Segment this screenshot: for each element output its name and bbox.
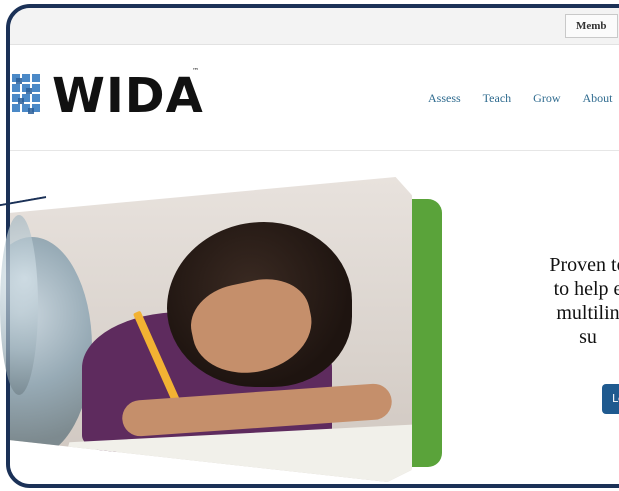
hero-photo <box>10 177 412 482</box>
member-button[interactable]: Memb <box>565 14 618 38</box>
hero-text: Proven to to help e multilin su <box>528 253 619 349</box>
browser-outline: Memb WIDA ™ Assess Teach Grow About Prov… <box>6 4 619 488</box>
nav-item-teach[interactable]: Teach <box>483 91 511 106</box>
learn-more-button[interactable]: Lea <box>602 384 619 414</box>
main-nav: Assess Teach Grow About <box>428 91 612 106</box>
hero-line-1: Proven to <box>549 254 619 276</box>
nav-item-grow[interactable]: Grow <box>533 91 560 106</box>
wida-logo-icon <box>12 74 40 114</box>
site-header: WIDA ™ Assess Teach Grow About <box>10 45 619 151</box>
hero-line-3: multilin <box>556 302 619 324</box>
nav-item-about[interactable]: About <box>582 91 612 106</box>
logo-wordmark: WIDA <box>52 68 204 124</box>
utility-bar: Memb <box>10 8 619 45</box>
hero-section: Proven to to help e multilin su Lea <box>10 151 619 484</box>
hero-line-2: to help e <box>553 278 619 300</box>
wida-logo[interactable]: WIDA ™ <box>10 67 204 125</box>
left-glass-edge <box>0 215 38 395</box>
screenshot-frame: Memb WIDA ™ Assess Teach Grow About Prov… <box>0 0 619 491</box>
trademark-mark: ™ <box>192 67 199 75</box>
hero-line-4: su <box>579 326 597 348</box>
nav-item-assess[interactable]: Assess <box>428 91 461 106</box>
